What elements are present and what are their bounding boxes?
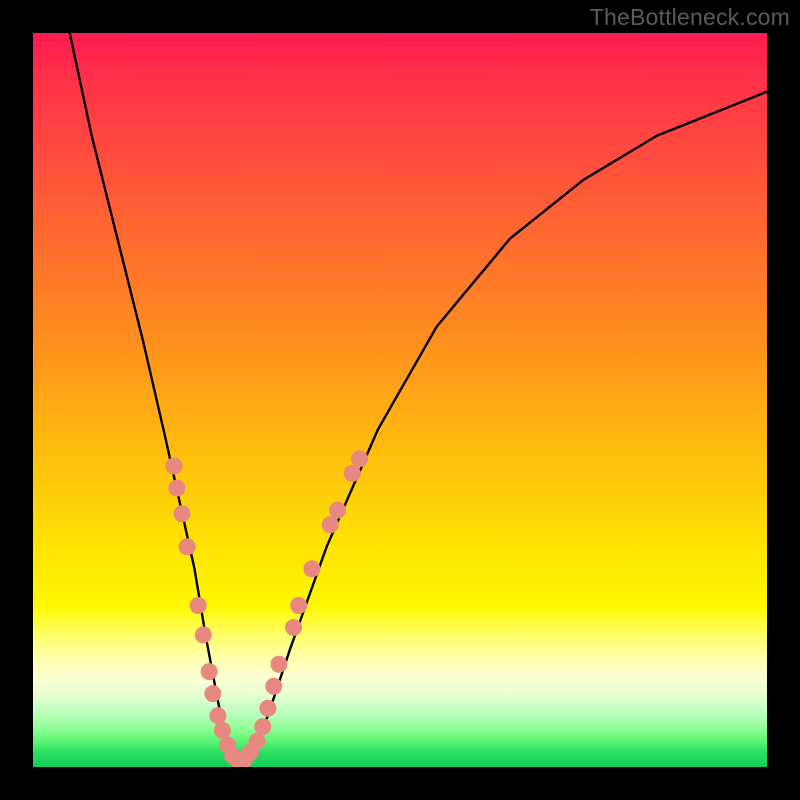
watermark-text: TheBottleneck.com [590, 4, 790, 31]
data-marker [259, 700, 276, 717]
data-marker [165, 458, 182, 475]
plot-area [33, 33, 767, 767]
data-marker [214, 722, 231, 739]
data-marker [270, 656, 287, 673]
marker-layer [165, 450, 368, 767]
curve-layer [70, 33, 767, 763]
data-marker [179, 538, 196, 555]
data-marker [195, 626, 212, 643]
data-marker [285, 619, 302, 636]
data-marker [174, 505, 191, 522]
data-marker [254, 718, 271, 735]
data-marker [322, 516, 339, 533]
data-marker [351, 450, 368, 467]
data-marker [265, 678, 282, 695]
bottleneck-curve [70, 33, 767, 763]
data-marker [190, 597, 207, 614]
data-marker [303, 560, 320, 577]
data-marker [204, 685, 221, 702]
chart-frame: TheBottleneck.com [0, 0, 800, 800]
bottleneck-chart-svg [33, 33, 767, 767]
data-marker [329, 502, 346, 519]
data-marker [248, 733, 265, 750]
data-marker [168, 480, 185, 497]
data-marker [201, 663, 218, 680]
data-marker [344, 465, 361, 482]
data-marker [290, 597, 307, 614]
data-marker [209, 707, 226, 724]
